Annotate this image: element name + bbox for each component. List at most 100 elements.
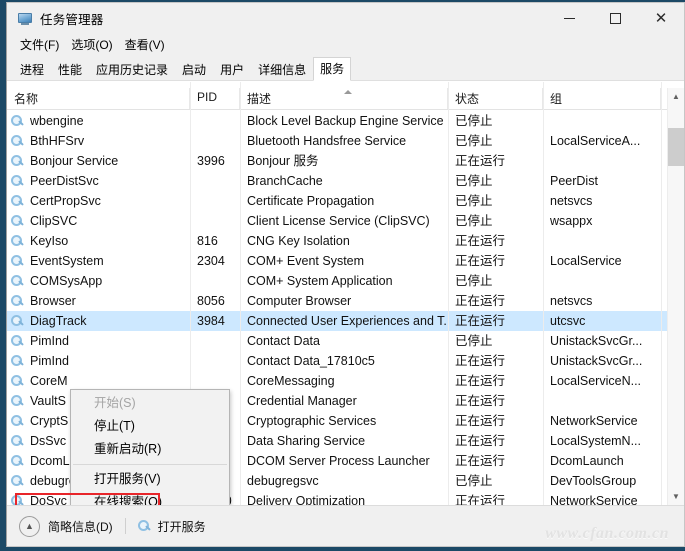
cell-description: BranchCache bbox=[247, 174, 323, 188]
context-menu-item[interactable]: 在线搜索(O) bbox=[71, 491, 229, 505]
tab-users[interactable]: 用户 bbox=[213, 58, 251, 81]
context-menu: 开始(S)停止(T)重新启动(R)打开服务(V)在线搜索(O)转到详细信息(D) bbox=[70, 389, 230, 505]
services-icon bbox=[11, 374, 26, 388]
cell-description: Block Level Backup Engine Service bbox=[247, 114, 444, 128]
table-row[interactable]: CertPropSvc Certificate Propagation 已停止 net… bbox=[7, 191, 684, 211]
table-row[interactable]: PimInd Contact Data 已停止 UnistackSvcGr... bbox=[7, 331, 684, 351]
service-name-text: Bonjour Service bbox=[30, 154, 119, 168]
column-header-group[interactable]: 组 bbox=[543, 88, 661, 109]
cell-description: Connected User Experiences and T... bbox=[247, 314, 448, 328]
column-header-description[interactable]: 描述 bbox=[240, 88, 448, 109]
services-icon bbox=[11, 394, 26, 408]
table-row[interactable]: Bonjour Service 3996 Bonjour 服务 正在运行 bbox=[7, 151, 684, 171]
cell-status: 已停止 bbox=[455, 274, 493, 288]
cell-status: 已停止 bbox=[455, 334, 493, 348]
cell-pid bbox=[190, 131, 240, 151]
table-row[interactable]: CoreM CoreMessaging 正在运行 LocalServiceN... bbox=[7, 371, 684, 391]
cell-status: 正在运行 bbox=[455, 374, 506, 388]
cell-pid: 816 bbox=[197, 234, 218, 248]
tab-app-history[interactable]: 应用历史记录 bbox=[89, 58, 175, 81]
cell-name: wbengine bbox=[7, 111, 190, 131]
cell-name: Browser bbox=[7, 291, 190, 311]
services-icon bbox=[11, 134, 26, 148]
table-row[interactable]: Browser 8056 Computer Browser 正在运行 netsvcs bbox=[7, 291, 684, 311]
cell-pid bbox=[190, 371, 240, 391]
open-services-button[interactable]: 打开服务 bbox=[137, 518, 206, 535]
services-icon bbox=[11, 254, 26, 268]
table-row[interactable]: PimInd Contact Data_17810c5 正在运行 UnistackSv… bbox=[7, 351, 684, 371]
tab-processes[interactable]: 进程 bbox=[13, 58, 51, 81]
services-icon bbox=[11, 194, 26, 208]
cell-group: utcsvc bbox=[550, 314, 586, 328]
table-row[interactable]: DiagTrack 3984 Connected User Experiences … bbox=[7, 311, 684, 331]
cell-pid: 3996 bbox=[197, 154, 225, 168]
cell-group bbox=[543, 271, 661, 291]
cell-description: Delivery Optimization bbox=[247, 494, 366, 505]
cell-group: NetworkService bbox=[550, 414, 638, 428]
services-icon bbox=[11, 494, 26, 505]
context-menu-item[interactable]: 停止(T) bbox=[71, 415, 229, 438]
maximize-button[interactable] bbox=[592, 3, 638, 34]
title-bar: 任务管理器 ✕ bbox=[7, 3, 684, 34]
table-row[interactable]: wbengine Block Level Backup Engine Servic… bbox=[7, 111, 684, 131]
table-row[interactable]: EventSystem 2304 COM+ Event System 正在运行 Loca… bbox=[7, 251, 684, 271]
tab-startup[interactable]: 启动 bbox=[175, 58, 213, 81]
cell-group: PeerDist bbox=[550, 174, 598, 188]
tab-details[interactable]: 详细信息 bbox=[251, 58, 313, 81]
cell-pid bbox=[190, 111, 240, 131]
table-row[interactable]: KeyIso 816 CNG Key Isolation 正在运行 bbox=[7, 231, 684, 251]
cell-description: Contact Data bbox=[247, 334, 320, 348]
services-icon bbox=[11, 474, 26, 488]
cell-description: Client License Service (ClipSVC) bbox=[247, 214, 430, 228]
services-icon bbox=[11, 294, 26, 308]
cell-status: 正在运行 bbox=[455, 454, 506, 468]
scroll-down-icon[interactable]: ▼ bbox=[668, 488, 684, 505]
column-header-name[interactable]: 名称 bbox=[7, 88, 190, 109]
cell-group: netsvcs bbox=[550, 294, 593, 308]
table-row[interactable]: COMSysApp COM+ System Application 已停止 bbox=[7, 271, 684, 291]
services-icon bbox=[11, 234, 26, 248]
menu-item-options[interactable]: 选项(O) bbox=[66, 35, 119, 55]
context-menu-item[interactable]: 打开服务(V) bbox=[71, 468, 229, 491]
services-icon bbox=[11, 114, 26, 128]
tab-services[interactable]: 服务 bbox=[313, 57, 352, 81]
services-icon bbox=[11, 434, 26, 448]
cell-status: 正在运行 bbox=[455, 294, 506, 308]
cell-name: EventSystem bbox=[7, 251, 190, 271]
fewer-details-label[interactable]: 简略信息(D) bbox=[48, 518, 113, 535]
cell-group: wsappx bbox=[550, 214, 593, 228]
cell-description: DCOM Server Process Launcher bbox=[247, 454, 430, 468]
cell-description: Bluetooth Handsfree Service bbox=[247, 134, 407, 148]
cell-name: Bonjour Service bbox=[7, 151, 190, 171]
service-name-text: COMSysApp bbox=[30, 274, 103, 288]
cell-pid: 2304 bbox=[197, 254, 225, 268]
context-menu-item[interactable]: 重新启动(R) bbox=[71, 438, 229, 461]
tab-performance[interactable]: 性能 bbox=[51, 58, 89, 81]
minimize-button[interactable] bbox=[546, 3, 592, 34]
cell-name: COMSysApp bbox=[7, 271, 190, 291]
service-name-text: PimInd bbox=[30, 334, 69, 348]
scrollbar-thumb[interactable] bbox=[668, 128, 684, 166]
cell-description: CNG Key Isolation bbox=[247, 234, 350, 248]
cell-status: 正在运行 bbox=[455, 494, 506, 505]
column-header-status[interactable]: 状态 bbox=[448, 88, 543, 109]
table-row[interactable]: BthHFSrv Bluetooth Handsfree Service 已停止 Lo… bbox=[7, 131, 684, 151]
menu-item-view[interactable]: 查看(V) bbox=[120, 35, 172, 55]
scroll-up-icon[interactable]: ▲ bbox=[668, 88, 684, 105]
cell-description: Bonjour 服务 bbox=[247, 154, 319, 168]
column-header-pid[interactable]: PID bbox=[190, 88, 240, 109]
table-row[interactable]: PeerDistSvc BranchCache 已停止 PeerDist bbox=[7, 171, 684, 191]
services-icon bbox=[11, 174, 26, 188]
cell-description: COM+ Event System bbox=[247, 254, 365, 268]
cell-description: CoreMessaging bbox=[247, 374, 335, 388]
vertical-scrollbar[interactable]: ▲ ▼ bbox=[667, 88, 684, 505]
chevron-up-icon[interactable]: ▲ bbox=[19, 515, 40, 537]
cell-pid bbox=[190, 351, 240, 371]
table-row[interactable]: ClipSVC Client License Service (ClipSVC) 已… bbox=[7, 211, 684, 231]
cell-group bbox=[543, 111, 661, 131]
close-button[interactable]: ✕ bbox=[638, 3, 684, 34]
task-manager-window: 任务管理器 ✕ 文件(F) 选项(O) 查看(V) 进程 性能 应用历史记录 启… bbox=[6, 2, 685, 547]
service-name-text: CertPropSvc bbox=[30, 194, 101, 208]
menu-item-file[interactable]: 文件(F) bbox=[15, 35, 66, 55]
cell-description: Contact Data_17810c5 bbox=[247, 354, 375, 368]
